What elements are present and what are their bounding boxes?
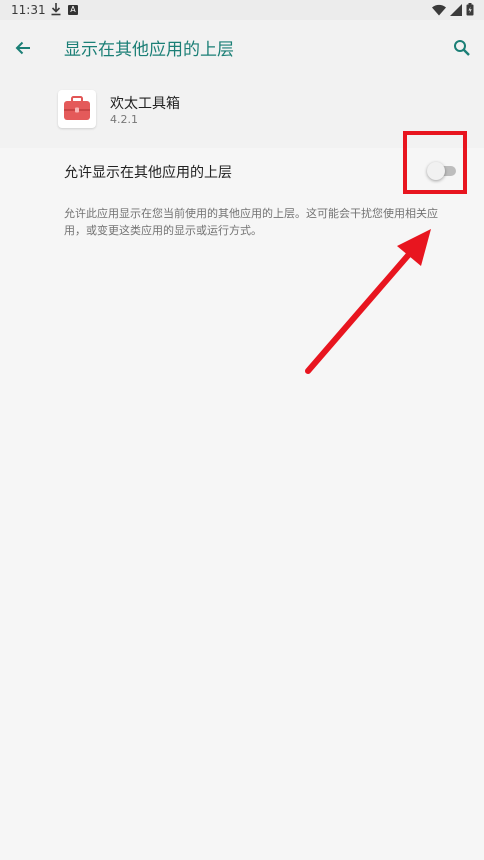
page-title: 显示在其他应用的上层 bbox=[64, 40, 234, 60]
toolbar: 显示在其他应用的上层 bbox=[0, 20, 484, 76]
status-icons bbox=[432, 3, 474, 19]
app-version: 4.2.1 bbox=[110, 113, 138, 126]
permission-description: 允许此应用显示在您当前使用的其他应用的上层。这可能会干扰您使用相关应用，或变更这… bbox=[64, 207, 438, 237]
app-name: 欢太工具箱 bbox=[110, 96, 180, 112]
back-arrow-icon[interactable] bbox=[11, 36, 35, 60]
battery-icon bbox=[466, 3, 474, 19]
status-time: 11:31 bbox=[11, 3, 46, 17]
overlay-permission-label: 允许显示在其他应用的上层 bbox=[64, 165, 232, 181]
toolbox-app-icon bbox=[58, 90, 96, 128]
search-icon[interactable] bbox=[450, 36, 474, 60]
status-bar: 11:31 A bbox=[0, 0, 484, 20]
download-icon bbox=[50, 2, 62, 19]
wifi-icon bbox=[432, 4, 446, 19]
signal-icon bbox=[450, 3, 462, 19]
red-highlight-box bbox=[403, 131, 467, 194]
a-badge-icon: A bbox=[68, 5, 78, 15]
